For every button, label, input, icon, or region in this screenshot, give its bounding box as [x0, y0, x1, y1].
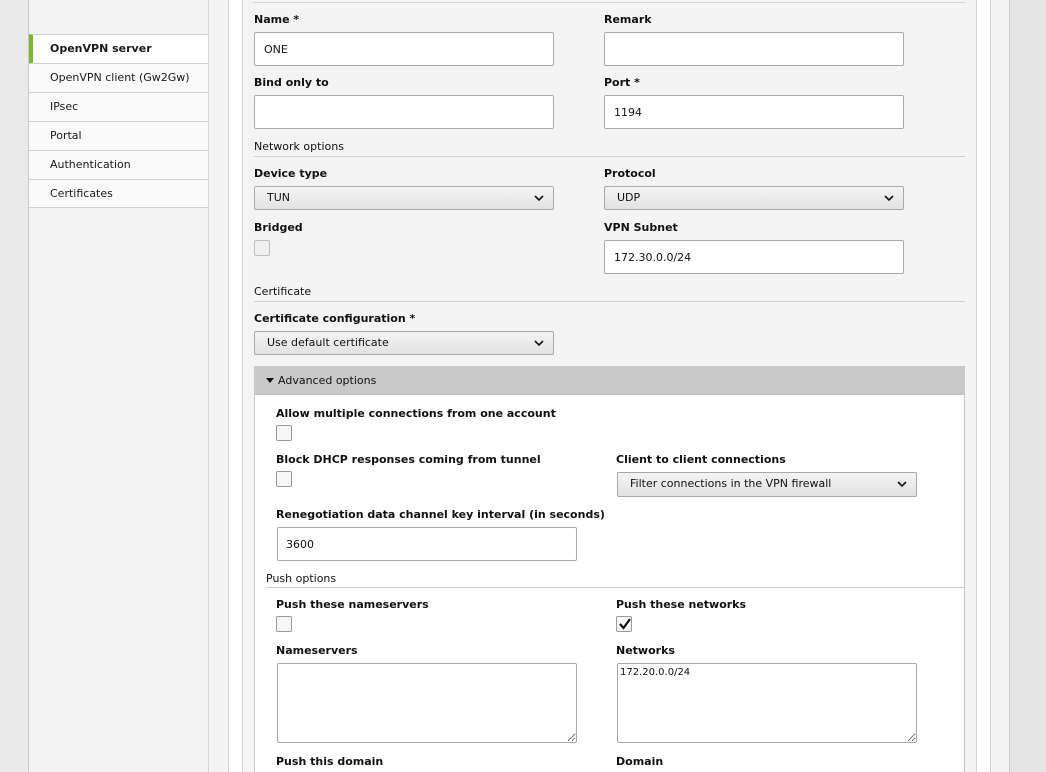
sidebar-item-certificates[interactable]: Certificates — [29, 179, 208, 208]
bind-label: Bind only to — [254, 76, 329, 89]
c2c-value: Filter connections in the VPN firewall — [630, 477, 832, 490]
push-ns-checkbox[interactable] — [276, 616, 292, 632]
check-icon — [619, 618, 631, 630]
device-type-value: TUN — [267, 191, 290, 204]
sidebar-item-openvpn-client[interactable]: OpenVPN client (Gw2Gw) — [29, 63, 208, 92]
port-input[interactable] — [604, 95, 904, 129]
bind-input[interactable] — [254, 95, 554, 129]
chevron-down-icon — [884, 195, 894, 202]
right-edge — [1009, 0, 1046, 772]
sidebar-item-portal[interactable]: Portal — [29, 121, 208, 150]
name-label: Name * — [254, 13, 300, 26]
device-type-select[interactable]: TUN — [254, 186, 554, 210]
protocol-value: UDP — [617, 191, 641, 204]
network-options-title: Network options — [254, 140, 344, 153]
divider — [254, 156, 965, 157]
nameservers-label: Nameservers — [276, 644, 358, 657]
push-networks-checkbox[interactable] — [616, 616, 632, 632]
sidebar-item-openvpn-server[interactable]: OpenVPN server — [29, 34, 208, 63]
advanced-options-title: Advanced options — [278, 374, 377, 387]
networks-textarea[interactable]: 172.20.0.0/24 — [617, 663, 917, 743]
divider — [266, 587, 964, 588]
allow-multi-checkbox[interactable] — [276, 425, 292, 441]
left-gutter — [0, 0, 29, 772]
renegotiation-label: Renegotiation data channel key interval … — [276, 508, 605, 521]
cert-config-label: Certificate configuration * — [254, 312, 416, 325]
remark-input[interactable] — [604, 32, 904, 66]
remark-label: Remark — [604, 13, 652, 26]
bridged-checkbox[interactable] — [254, 240, 270, 256]
cert-config-select[interactable]: Use default certificate — [254, 331, 554, 355]
name-input[interactable] — [254, 32, 554, 66]
divider — [253, 2, 965, 3]
content-gap — [209, 0, 228, 772]
nameservers-textarea[interactable] — [277, 663, 577, 743]
sidebar-item-ipsec[interactable]: IPsec — [29, 92, 208, 121]
push-ns-label: Push these nameservers — [276, 598, 429, 611]
renegotiation-input[interactable] — [277, 527, 577, 561]
protocol-label: Protocol — [604, 167, 656, 180]
protocol-select[interactable]: UDP — [604, 186, 904, 210]
push-domain-label: Push this domain — [276, 755, 384, 768]
c2c-label: Client to client connections — [616, 453, 786, 466]
chevron-down-icon — [897, 481, 907, 488]
domain-label: Domain — [616, 755, 664, 768]
vpn-subnet-input[interactable] — [604, 240, 904, 274]
bridged-label: Bridged — [254, 221, 303, 234]
vpn-subnet-label: VPN Subnet — [604, 221, 678, 234]
c2c-select[interactable]: Filter connections in the VPN firewall — [617, 472, 917, 497]
block-dhcp-checkbox[interactable] — [276, 471, 292, 487]
networks-label: Networks — [616, 644, 675, 657]
chevron-down-icon — [534, 195, 544, 202]
chevron-down-icon — [534, 340, 544, 347]
caret-down-icon — [266, 378, 274, 383]
push-networks-label: Push these networks — [616, 598, 747, 611]
certificate-title: Certificate — [254, 285, 312, 298]
device-type-label: Device type — [254, 167, 328, 180]
port-label: Port * — [604, 76, 640, 89]
sidebar-item-authentication[interactable]: Authentication — [29, 150, 208, 179]
allow-multi-label: Allow multiple connections from one acco… — [276, 407, 556, 420]
push-options-title: Push options — [266, 572, 337, 585]
sidebar: OpenVPN server OpenVPN client (Gw2Gw) IP… — [29, 0, 209, 772]
right-gutter — [991, 0, 1009, 772]
block-dhcp-label: Block DHCP responses coming from tunnel — [276, 453, 541, 466]
cert-config-value: Use default certificate — [267, 336, 389, 349]
advanced-options-toggle[interactable]: Advanced options — [255, 367, 964, 395]
divider — [254, 301, 965, 302]
